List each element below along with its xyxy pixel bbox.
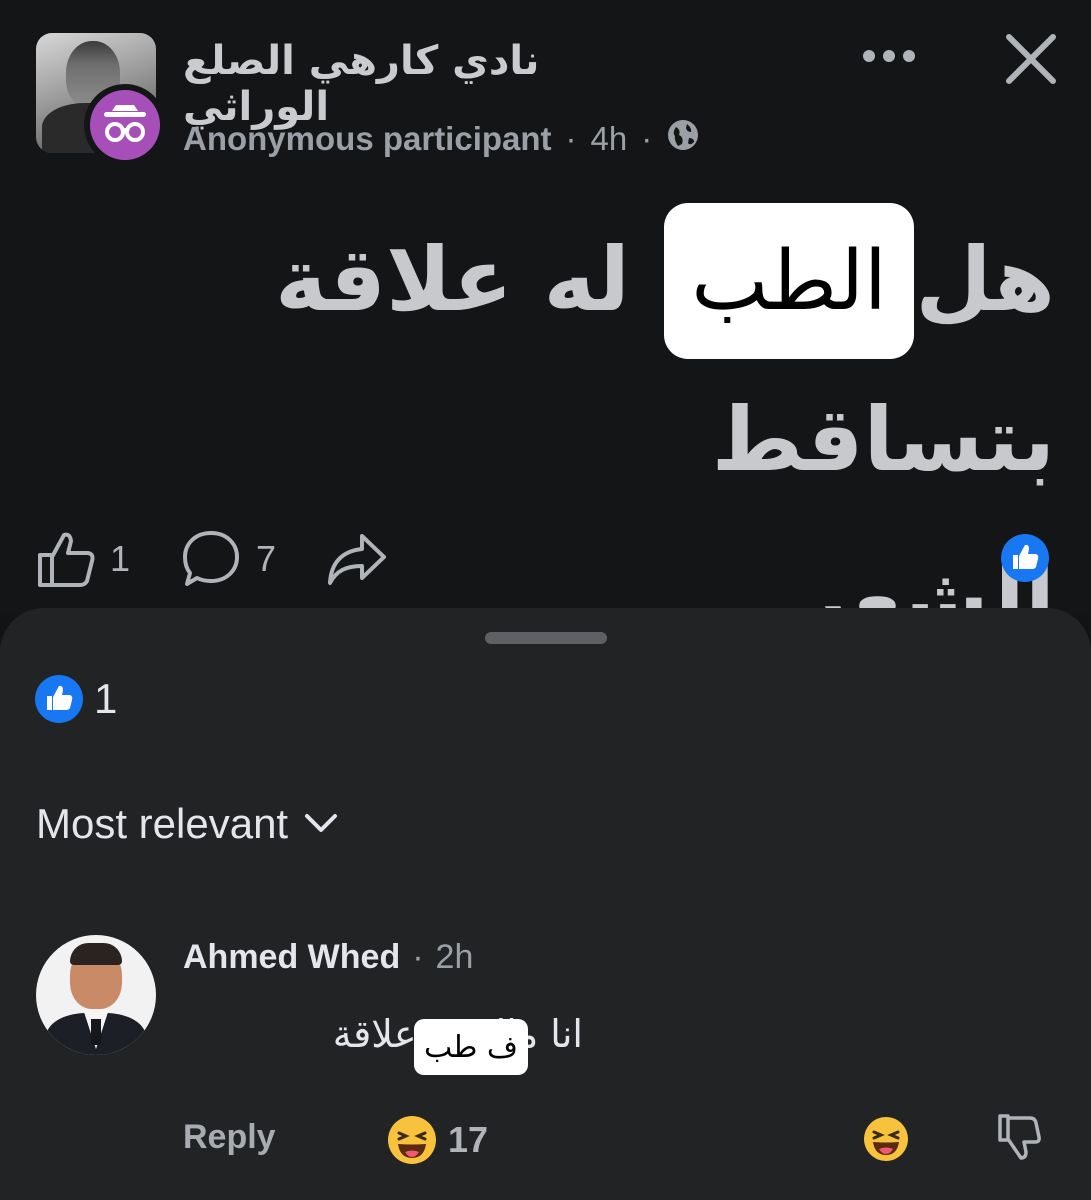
like-count: 1 [110, 538, 131, 579]
reply-button[interactable]: Reply [183, 1118, 276, 1157]
comment-separator: · [412, 938, 424, 976]
more-options-button[interactable] [858, 36, 920, 76]
comments-sheet: 1 Most relevant [0, 608, 1091, 1200]
haha-emoji-icon[interactable] [862, 1115, 910, 1163]
post-meta: Anonymous participant · 4h · [183, 117, 700, 161]
incognito-icon [90, 90, 160, 160]
share-button[interactable] [326, 531, 388, 587]
sort-label: Most relevant [36, 800, 289, 847]
chevron-down-icon [305, 814, 338, 832]
commenter-avatar[interactable] [36, 935, 156, 1055]
comment-reaction-count: 17 [448, 1119, 489, 1160]
share-arrow-icon [328, 534, 387, 585]
post-card: نادي كارهي الصلع الوراثي Anonymous parti… [0, 0, 1091, 651]
comment-overlay-label: ف طب [414, 1019, 528, 1075]
comment-time: 2h [435, 938, 474, 976]
post-time[interactable]: 4h [591, 120, 628, 158]
sheet-handle[interactable] [485, 632, 607, 644]
anonymous-badge [84, 84, 166, 166]
globe-icon [666, 118, 700, 160]
thumbs-up-icon [38, 532, 95, 587]
meta-separator: · [641, 120, 653, 157]
comment-count: 7 [256, 538, 277, 579]
comment-bubble-icon [183, 531, 240, 586]
close-button[interactable] [1000, 28, 1062, 90]
comment-header: Ahmed Whed · 2h [183, 938, 473, 977]
reaction-count: 1 [94, 675, 118, 722]
like-reaction-icon [35, 675, 83, 723]
comment-button[interactable]: 7 [180, 528, 276, 590]
like-button[interactable]: 1 [36, 529, 130, 589]
like-reaction-icon[interactable] [1000, 533, 1050, 583]
post-author[interactable]: Anonymous participant [183, 120, 552, 158]
haha-emoji-icon [388, 1116, 436, 1164]
thumbs-down-icon[interactable] [996, 1112, 1042, 1162]
avatar-hair [70, 943, 122, 965]
comment-reactions[interactable]: 17 [386, 1114, 488, 1166]
avatar-tie [91, 1019, 101, 1045]
overlay-label: الطب [664, 203, 914, 359]
close-icon [1006, 34, 1056, 84]
meta-separator: · [565, 120, 577, 157]
reaction-summary[interactable]: 1 [34, 674, 117, 724]
comment-author[interactable]: Ahmed Whed [183, 938, 400, 977]
sort-dropdown[interactable]: Most relevant [36, 800, 338, 848]
more-dots-icon [863, 50, 915, 62]
post-actions: 1 7 [36, 527, 438, 591]
